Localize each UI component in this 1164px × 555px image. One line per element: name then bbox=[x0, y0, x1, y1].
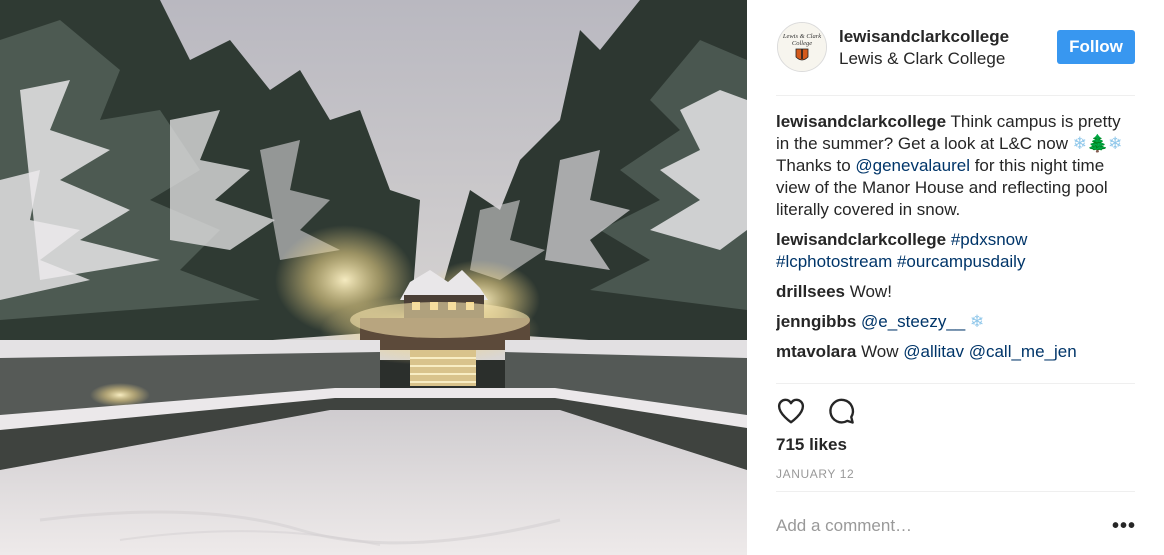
avatar[interactable]: Lewis & Clark College bbox=[777, 22, 827, 72]
comment-text: Wow bbox=[861, 342, 904, 361]
mention-link[interactable]: @allitav @call_me_jen bbox=[903, 342, 1076, 361]
post-actions bbox=[776, 394, 896, 428]
likes-count[interactable]: 715 likes bbox=[776, 435, 847, 455]
caption-thanks-text: Thanks to bbox=[776, 156, 856, 175]
header-divider bbox=[776, 95, 1135, 96]
add-comment-input[interactable] bbox=[776, 511, 1096, 541]
mention-link[interactable]: @e_steezy__ bbox=[861, 312, 965, 331]
comment-author-link[interactable]: mtavolara bbox=[776, 342, 856, 361]
svg-text:College: College bbox=[792, 40, 812, 47]
caption: lewisandclarkcollege Think campus is pre… bbox=[776, 111, 1137, 221]
actions-divider bbox=[776, 383, 1135, 384]
more-options-button[interactable]: ••• bbox=[1109, 514, 1139, 538]
snowflake-emoji: ❄ bbox=[969, 312, 985, 331]
post-header: Lewis & Clark College lewisandclarkcolle… bbox=[747, 0, 1164, 96]
location-link[interactable]: Lewis & Clark College bbox=[839, 48, 1009, 70]
post-photo[interactable] bbox=[0, 0, 747, 555]
caption-author-link[interactable]: lewisandclarkcollege bbox=[776, 112, 946, 131]
comment-item: drillsees Wow! bbox=[776, 281, 1137, 303]
comment-author-link[interactable]: jenngibbs bbox=[776, 312, 856, 331]
comment-item: mtavolara Wow @allitav @call_me_jen bbox=[776, 341, 1137, 363]
snowy-manor-house-image bbox=[0, 0, 747, 555]
comment-item: jenngibbs @e_steezy__ ❄ bbox=[776, 311, 1137, 333]
comment-text: Wow! bbox=[849, 282, 892, 301]
mention-link[interactable]: @genevalaurel bbox=[855, 156, 970, 175]
user-block: lewisandclarkcollege Lewis & Clark Colle… bbox=[839, 27, 1009, 70]
comments-list[interactable]: lewisandclarkcollege Think campus is pre… bbox=[776, 111, 1137, 383]
svg-text:Lewis & Clark: Lewis & Clark bbox=[782, 33, 821, 40]
college-seal-icon: Lewis & Clark College bbox=[778, 23, 826, 71]
comment-divider bbox=[776, 491, 1135, 492]
comment-item: lewisandclarkcollege #pdxsnow #lcphotost… bbox=[776, 229, 1137, 273]
follow-button[interactable]: Follow bbox=[1057, 30, 1135, 64]
comment-author-link[interactable]: lewisandclarkcollege bbox=[776, 230, 946, 249]
post-date[interactable]: JANUARY 12 bbox=[776, 467, 854, 481]
comment-bubble-icon bbox=[829, 398, 855, 424]
snowflake-tree-emoji: ❄🌲❄ bbox=[1072, 134, 1123, 153]
username-link[interactable]: lewisandclarkcollege bbox=[839, 27, 1009, 47]
post-details-panel: Lewis & Clark College lewisandclarkcolle… bbox=[747, 0, 1164, 555]
like-button[interactable] bbox=[776, 394, 810, 428]
comment-button[interactable] bbox=[826, 394, 860, 428]
heart-icon bbox=[777, 398, 805, 424]
comment-author-link[interactable]: drillsees bbox=[776, 282, 845, 301]
